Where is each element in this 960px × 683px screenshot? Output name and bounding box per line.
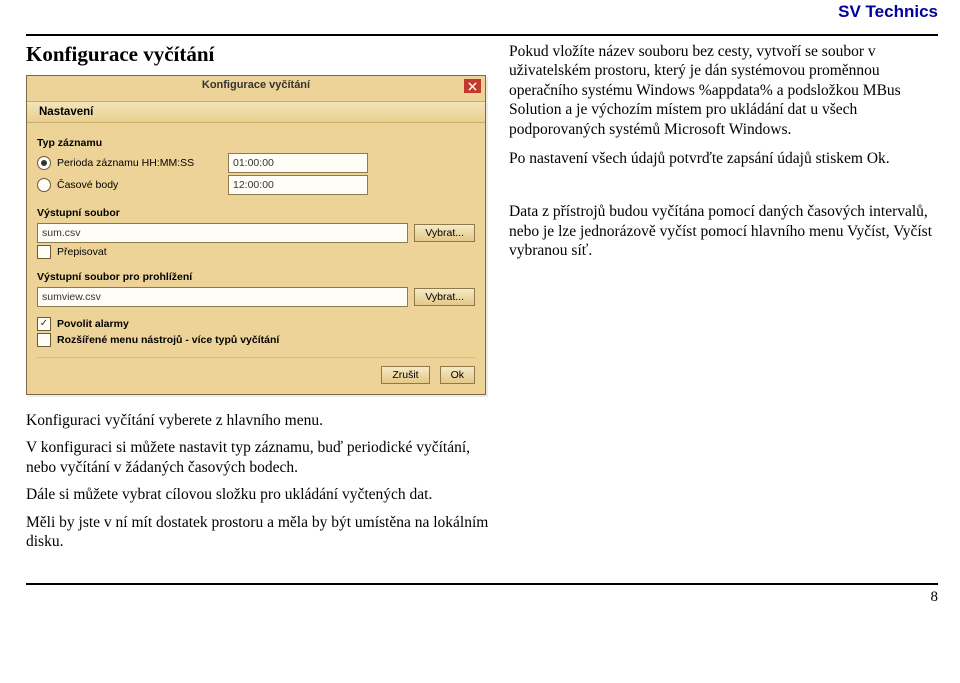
browse-view-button[interactable]: Vybrat... xyxy=(414,288,475,306)
extended-menu-label: Rozšířené menu nástrojů - více typů vyčí… xyxy=(57,334,279,346)
right-p3: Data z přístrojů budou vyčítána pomocí d… xyxy=(509,202,938,260)
close-button[interactable] xyxy=(464,79,481,93)
group-label-output: Výstupní soubor xyxy=(37,207,475,219)
below-p2: V konfiguraci si můžete nastavit typ záz… xyxy=(26,438,491,477)
allow-alarms-checkbox[interactable]: ✓ xyxy=(37,317,51,331)
allow-alarms-label: Povolit alarmy xyxy=(57,318,129,330)
bottom-rule xyxy=(26,583,938,585)
below-p4: Měli by jste v ní mít dostatek prostoru … xyxy=(26,513,491,552)
section-heading: Konfigurace vyčítání xyxy=(26,42,491,67)
dialog-title-text: Konfigurace vyčítání xyxy=(202,79,310,91)
dialog-titlebar: Konfigurace vyčítání xyxy=(27,76,485,101)
timepoints-value-field[interactable]: 12:00:00 xyxy=(228,175,368,195)
extended-menu-checkbox[interactable] xyxy=(37,333,51,347)
radio-timepoints[interactable] xyxy=(37,178,51,192)
dialog-tab-header: Nastavení xyxy=(27,101,485,123)
group-label-type: Typ záznamu xyxy=(37,137,475,149)
group-label-view: Výstupní soubor pro prohlížení xyxy=(37,271,475,283)
top-rule xyxy=(26,34,938,36)
radio-timepoints-label: Časové body xyxy=(57,179,222,191)
below-p3: Dále si můžete vybrat cílovou složku pro… xyxy=(26,485,491,504)
page-number: 8 xyxy=(26,589,938,606)
output-file-field[interactable]: sum.csv xyxy=(37,223,408,243)
radio-period-label: Perioda záznamu HH:MM:SS xyxy=(57,157,222,169)
close-icon xyxy=(468,82,477,91)
view-file-field[interactable]: sumview.csv xyxy=(37,287,408,307)
ok-button[interactable]: Ok xyxy=(440,366,475,384)
brand-label: SV Technics xyxy=(838,2,938,22)
right-p1: Pokud vložíte název souboru bez cesty, v… xyxy=(509,42,938,139)
below-p1: Konfiguraci vyčítání vyberete z hlavního… xyxy=(26,411,491,430)
radio-period[interactable] xyxy=(37,156,51,170)
period-value-field[interactable]: 01:00:00 xyxy=(228,153,368,173)
cancel-button[interactable]: Zrušit xyxy=(381,366,429,384)
browse-output-button[interactable]: Vybrat... xyxy=(414,224,475,242)
config-dialog: Konfigurace vyčítání Nastavení Typ zázna… xyxy=(26,75,486,395)
right-p2: Po nastavení všech údajů potvrďte zapsán… xyxy=(509,149,938,168)
overwrite-checkbox[interactable] xyxy=(37,245,51,259)
overwrite-label: Přepisovat xyxy=(57,246,107,258)
